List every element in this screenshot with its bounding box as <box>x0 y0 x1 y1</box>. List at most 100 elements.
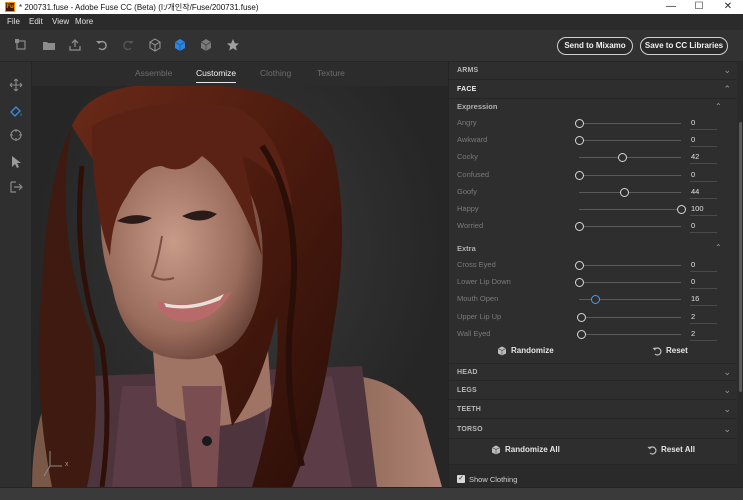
slider-value: 100 <box>691 204 704 213</box>
slider-label: Angry <box>457 118 477 127</box>
menu-more[interactable]: More <box>75 17 93 26</box>
slider-row-upper-lip-up: Upper Lip Up 2 <box>449 309 737 326</box>
export-tool-icon[interactable] <box>9 180 23 194</box>
target-icon[interactable] <box>9 128 23 142</box>
send-to-mixamo-button[interactable]: Send to Mixamo <box>557 37 633 55</box>
reset-all-label: Reset All <box>661 445 695 455</box>
menu-bar: File Edit View More <box>0 14 743 30</box>
slider-track[interactable] <box>579 191 681 193</box>
undo-icon[interactable] <box>95 38 109 52</box>
chevron-up-icon[interactable]: ⌃ <box>715 243 722 252</box>
menu-edit[interactable]: Edit <box>29 17 43 26</box>
footer-bar: ✓ Show Clothing <box>449 464 737 487</box>
slider-value: 2 <box>691 328 696 338</box>
reset-button[interactable]: Reset <box>652 346 688 356</box>
import-icon[interactable] <box>14 38 28 52</box>
section-face-label: FACE <box>457 86 477 93</box>
close-button[interactable]: ✕ <box>713 0 743 14</box>
show-clothing-checkbox[interactable]: ✓ <box>457 475 465 483</box>
maximize-button[interactable]: ☐ <box>684 0 714 14</box>
slider-track[interactable] <box>579 157 681 159</box>
slider-track[interactable] <box>579 265 681 266</box>
section-arms[interactable]: ARMS ⌄ <box>449 62 737 80</box>
redo-icon[interactable] <box>121 38 135 52</box>
reset-all-button[interactable]: Reset All <box>647 445 695 455</box>
tab-texture[interactable]: Texture <box>317 68 345 78</box>
section-torso[interactable]: TORSO ⌄ <box>449 421 737 439</box>
slider-track[interactable] <box>579 140 681 142</box>
window-title: * 200731.fuse - Adobe Fuse CC (Beta) (I:… <box>19 3 259 12</box>
section-legs[interactable]: LEGS ⌄ <box>449 382 737 400</box>
slider-track[interactable] <box>579 174 681 176</box>
show-clothing-label: Show Clothing <box>469 475 518 484</box>
slider-handle[interactable] <box>617 153 627 163</box>
cube-half-icon[interactable] <box>199 38 213 52</box>
section-teeth[interactable]: TEETH ⌄ <box>449 401 737 419</box>
slider-handle[interactable] <box>575 170 584 180</box>
slider-row-awkward: Awkward 0 <box>449 132 737 149</box>
slider-handle[interactable] <box>577 329 587 339</box>
slider-handle[interactable] <box>575 136 584 146</box>
cube-outline-icon[interactable] <box>148 38 162 52</box>
slider-value: 0 <box>691 260 696 269</box>
window-titlebar: Fu * 200731.fuse - Adobe Fuse CC (Beta) … <box>0 0 743 14</box>
slider-handle[interactable] <box>591 295 601 305</box>
extra-header[interactable]: Extra <box>457 244 476 253</box>
pointer-icon[interactable] <box>9 155 23 169</box>
workflow-tabs: Assemble Customize Clothing Texture <box>32 62 448 86</box>
slider-handle[interactable] <box>575 261 584 270</box>
randomize-button[interactable]: Randomize <box>497 346 554 356</box>
tab-clothing[interactable]: Clothing <box>260 68 291 78</box>
scrollbar-thumb[interactable] <box>739 122 742 392</box>
chevron-down-icon: ⌄ <box>723 385 731 395</box>
slider-row-goofy: Goofy 44 <box>449 184 737 201</box>
slider-label: Upper Lip Up <box>457 311 502 321</box>
randomize-label: Randomize <box>511 346 554 356</box>
slider-label: Confused <box>457 169 490 179</box>
move-icon[interactable] <box>9 78 23 92</box>
slider-value: 42 <box>691 152 700 162</box>
menu-file[interactable]: File <box>7 17 20 26</box>
slider-handle[interactable] <box>575 222 584 232</box>
slider-track[interactable] <box>579 282 681 284</box>
slider-label: Worried <box>457 221 484 231</box>
slider-track[interactable] <box>579 209 681 210</box>
3d-viewport[interactable]: x <box>32 86 448 487</box>
randomize-all-button[interactable]: Randomize All <box>491 445 560 455</box>
section-head-label: HEAD <box>457 369 478 376</box>
slider-handle[interactable] <box>577 312 587 322</box>
slider-track[interactable] <box>579 333 681 335</box>
slider-row-angry: Angry 0 <box>449 115 737 132</box>
tab-customize[interactable]: Customize <box>196 68 237 83</box>
save-to-cc-libraries-button[interactable]: Save to CC Libraries <box>640 37 728 55</box>
section-legs-label: LEGS <box>457 387 477 394</box>
panel-scrollbar[interactable] <box>737 62 743 487</box>
chevron-up-icon[interactable]: ⌃ <box>715 102 722 111</box>
section-head[interactable]: HEAD ⌄ <box>449 363 737 381</box>
slider-label: Happy <box>457 204 479 213</box>
cube-solid-icon[interactable] <box>173 38 187 52</box>
slider-label: Wall Eyed <box>457 328 491 338</box>
export-icon[interactable] <box>68 38 82 52</box>
slider-track[interactable] <box>579 226 681 228</box>
slider-value: 0 <box>691 135 696 145</box>
minimize-button[interactable]: — <box>656 0 686 14</box>
slider-handle[interactable] <box>575 119 584 128</box>
slider-handle[interactable] <box>677 205 686 214</box>
expression-header[interactable]: Expression <box>457 102 497 111</box>
slider-track[interactable] <box>579 123 681 124</box>
section-torso-label: TORSO <box>457 426 483 433</box>
slider-handle[interactable] <box>619 187 629 197</box>
tab-assemble[interactable]: Assemble <box>135 68 172 78</box>
slider-handle[interactable] <box>575 278 584 288</box>
slider-value: 0 <box>691 277 696 287</box>
character-model <box>32 86 442 487</box>
slider-track[interactable] <box>579 316 681 318</box>
slider-value: 0 <box>691 221 696 231</box>
section-face[interactable]: FACE ⌃ <box>449 81 737 99</box>
paint-icon[interactable] <box>9 103 23 117</box>
open-folder-icon[interactable] <box>42 38 56 52</box>
menu-view[interactable]: View <box>52 17 69 26</box>
chevron-down-icon: ⌄ <box>723 367 731 377</box>
star-icon[interactable] <box>226 38 240 52</box>
